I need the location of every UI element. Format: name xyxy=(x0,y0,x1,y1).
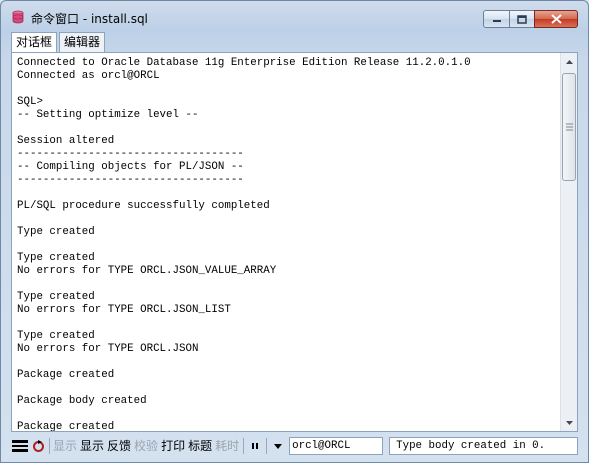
divider xyxy=(243,438,245,454)
output-line: SQL> xyxy=(17,96,43,108)
output-line: No errors for TYPE ORCL.JSON_VALUE_ARRAY xyxy=(17,265,277,277)
grip-icon xyxy=(566,123,573,131)
output-line: ----------------------------------- xyxy=(17,174,244,186)
output-line: ----------------------------------- xyxy=(17,148,244,160)
dropdown-arrow-icon xyxy=(274,443,283,449)
arrow-down-icon xyxy=(565,420,573,425)
scroll-up-button[interactable] xyxy=(561,53,577,70)
scroll-thumb[interactable] xyxy=(562,73,576,181)
heading-button[interactable]: 标题 xyxy=(187,437,213,455)
connection-selector[interactable]: orcl@ORCL xyxy=(289,437,384,455)
close-icon xyxy=(550,14,562,24)
arrow-up-icon xyxy=(565,59,573,64)
print-button[interactable]: 打印 xyxy=(160,437,186,455)
window-title: 命令窗口 - install.sql xyxy=(31,12,148,26)
show-button-disabled[interactable]: 显示 xyxy=(52,437,78,455)
status-bar: 显示 显示 反馈 校验 打印 标题 耗时 orcl@ORCL Type body… xyxy=(11,436,578,456)
tab-dialog[interactable]: 对话框 xyxy=(11,32,58,53)
output-lines-icon xyxy=(12,440,28,452)
output-pane[interactable]: Connected to Oracle Database 11g Enterpr… xyxy=(11,52,578,432)
window-controls xyxy=(483,10,578,28)
refresh-icon xyxy=(32,439,44,452)
output-line: Type created xyxy=(17,330,95,342)
feedback-button[interactable]: 反馈 xyxy=(106,437,132,455)
minimize-button[interactable] xyxy=(483,10,510,28)
pause-button[interactable] xyxy=(246,437,264,455)
output-line: Package created xyxy=(17,421,115,431)
output-line: Session altered xyxy=(17,135,115,147)
connection-dropdown-button[interactable] xyxy=(269,437,287,455)
output-line: -- Compiling objects for PL/JSON -- xyxy=(17,161,244,173)
maximize-icon xyxy=(517,14,527,24)
pause-icon xyxy=(252,443,259,449)
connection-label: orcl@ORCL xyxy=(292,440,351,452)
output-line: Type created xyxy=(17,252,95,264)
divider xyxy=(49,438,50,454)
output-line: No errors for TYPE ORCL.JSON_LIST xyxy=(17,304,231,316)
title-bar[interactable]: 命令窗口 - install.sql xyxy=(1,1,588,31)
output-line: Package body created xyxy=(17,395,147,407)
scroll-down-button[interactable] xyxy=(561,414,577,431)
output-line: Connected as orcl@ORCL xyxy=(17,70,160,82)
tab-editor[interactable]: 编辑器 xyxy=(59,32,106,52)
output-text[interactable]: Connected to Oracle Database 11g Enterpr… xyxy=(12,53,561,431)
output-line: Type created xyxy=(17,226,95,238)
divider xyxy=(266,438,268,454)
elapsed-time-button[interactable]: 耗时 xyxy=(214,437,240,455)
tab-strip: 对话框 编辑器 xyxy=(11,32,107,53)
maximize-button[interactable] xyxy=(509,10,535,28)
show-button[interactable]: 显示 xyxy=(79,437,105,455)
verify-button[interactable]: 校验 xyxy=(133,437,159,455)
output-line: PL/SQL procedure successfully completed xyxy=(17,200,270,212)
output-line: Connected to Oracle Database 11g Enterpr… xyxy=(17,57,471,69)
vertical-scrollbar[interactable] xyxy=(560,53,577,431)
output-line: Package created xyxy=(17,369,115,381)
minimize-icon xyxy=(492,20,501,22)
output-line: No errors for TYPE ORCL.JSON xyxy=(17,343,199,355)
output-line: -- Setting optimize level -- xyxy=(17,109,199,121)
output-lines-button[interactable] xyxy=(11,437,29,455)
status-message: Type body created in 0. xyxy=(389,437,578,455)
output-line: Type created xyxy=(17,291,95,303)
database-app-icon xyxy=(12,10,24,24)
refresh-button[interactable] xyxy=(29,437,47,455)
close-button[interactable] xyxy=(534,10,578,28)
command-window: 命令窗口 - install.sql 对话框 编辑器 Connected to … xyxy=(0,0,589,463)
